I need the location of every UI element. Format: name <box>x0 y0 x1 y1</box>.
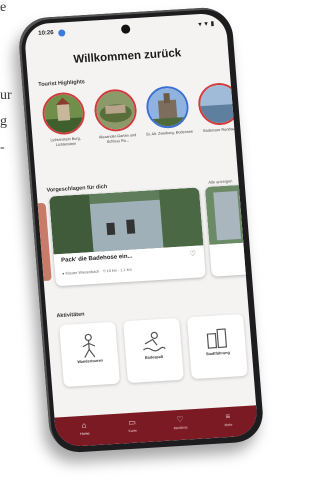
tab-map[interactable]: ▭ Karte <box>109 416 156 434</box>
activities-list: Wandertouren Badespaß Stadtführung <box>59 311 258 389</box>
highlight-item[interactable]: Alexander-Garten und Schloss Ro... <box>89 88 143 146</box>
edge-text-2: ur <box>0 88 12 103</box>
tab-favorites[interactable]: ♡ Merkliste <box>157 414 204 432</box>
highlight-label: St. Alt. Zweiburg, Bodensee <box>145 129 194 137</box>
suggestion-meta: ● Kloster Wiesenbach · ⏱ 10 km · 1.1 km <box>62 267 132 276</box>
show-all-link[interactable]: Alle anzeigen <box>208 178 232 184</box>
status-time: 10:26 <box>38 30 54 37</box>
suggestion-card[interactable]: Pack' die Badehose ein... ♡ ● Kloster Wi… <box>49 187 206 287</box>
home-icon: ⌂ <box>81 420 87 430</box>
highlight-image <box>41 91 87 136</box>
bookmark-icon: ♡ <box>176 414 184 425</box>
city-icon <box>188 324 246 353</box>
activity-city-tour[interactable]: Stadtführung <box>186 313 248 380</box>
highlight-label: Alexander-Garten und Schloss Ro... <box>98 133 137 144</box>
phone-frame: 10:26 ▾ ▼ ▮ Willkommen zurück Tourist Hi… <box>17 6 265 454</box>
next-card-image <box>204 184 250 245</box>
notification-icon <box>58 29 66 37</box>
highlight-image <box>92 88 139 133</box>
bottom-tab-bar: ⌂ Home ▭ Karte ♡ Merkliste ≡ Mehr <box>54 405 259 448</box>
edge-text-4: - <box>0 140 5 155</box>
highlight-item[interactable]: St. Alt. Zweiburg, Bodensee <box>141 84 195 138</box>
highlights-heading: Tourist Highlights <box>38 79 86 89</box>
activity-hiking[interactable]: Wandertouren <box>59 321 120 387</box>
tab-label: Mehr <box>224 422 233 428</box>
page-title: Willkommen zurück <box>73 47 182 66</box>
highlight-item[interactable]: Lichtenstein Burg, Lichtenstein <box>37 91 91 149</box>
edge-text-3: g <box>0 114 7 129</box>
tab-label: Home <box>79 431 90 437</box>
suggestions-carousel[interactable]: Pack' die Badehose ein... ♡ ● Kloster Wi… <box>37 183 258 289</box>
phone-mockup: 10:26 ▾ ▼ ▮ Willkommen zurück Tourist Hi… <box>17 6 265 472</box>
next-card-peek[interactable] <box>204 184 252 277</box>
tab-more[interactable]: ≡ Mehr <box>205 411 252 429</box>
tab-label: Merkliste <box>173 425 188 431</box>
tab-label: Karte <box>128 428 138 434</box>
highlight-image <box>196 81 242 127</box>
signal-battery-icon: ▾ ▼ ▮ <box>198 21 215 29</box>
activities-heading: Aktivitäten <box>56 311 85 320</box>
highlight-label: Bodensee Rundwege <box>203 126 240 134</box>
suggestions-heading: Vorgeschlagen für dich <box>46 183 108 194</box>
suggestion-image <box>49 187 204 255</box>
highlight-item[interactable]: Bodensee Rundwege <box>193 81 247 135</box>
highlights-carousel[interactable]: Lichtenstein Burg, Lichtenstein Alexande… <box>37 79 258 163</box>
suggestion-title: Pack' die Badehose ein... <box>60 253 133 264</box>
favorite-icon[interactable]: ♡ <box>189 250 197 258</box>
highlight-label: Lichtenstein Burg, Lichtenstein <box>50 136 81 148</box>
menu-icon: ≡ <box>225 411 231 422</box>
map-icon: ▭ <box>127 417 137 428</box>
hiking-icon <box>60 332 118 361</box>
tab-home[interactable]: ⌂ Home <box>61 419 108 437</box>
edge-text-1: e <box>0 0 7 15</box>
activity-swimming[interactable]: Badespaß <box>123 317 184 384</box>
swimming-icon <box>124 328 182 357</box>
highlight-image <box>144 84 191 130</box>
app-screen: 10:26 ▾ ▼ ▮ Willkommen zurück Tourist Hi… <box>23 12 259 448</box>
